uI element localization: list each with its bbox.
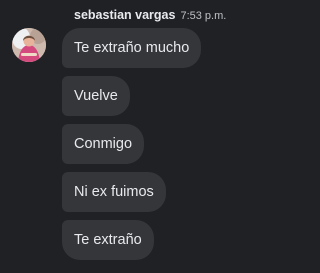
message-bubble[interactable]: Te extraño mucho [62, 28, 202, 68]
message-bubble[interactable]: Conmigo [62, 124, 145, 164]
user-photo-avatar-icon [12, 28, 46, 62]
message-bubble[interactable]: Ni ex fuimos [62, 172, 166, 212]
message-timestamp: 7:53 p.m. [180, 10, 227, 22]
sender-avatar[interactable] [12, 28, 46, 62]
message-bubble[interactable]: Vuelve [62, 76, 130, 116]
message-bubble[interactable]: Te extraño [62, 220, 154, 260]
message-header: sebastian vargas 7:53 p.m. [74, 7, 226, 24]
sender-name: sebastian vargas [74, 8, 176, 22]
